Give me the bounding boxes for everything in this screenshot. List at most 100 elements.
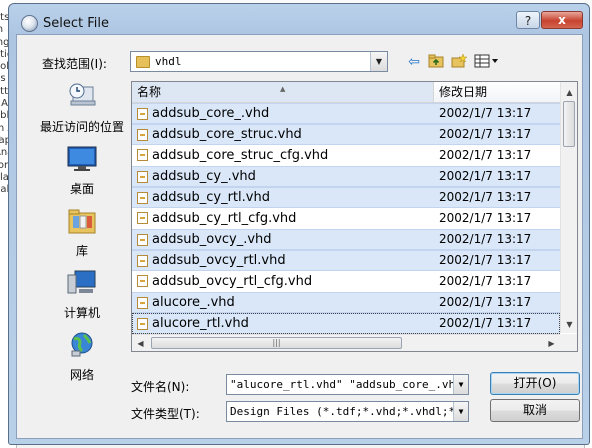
file-row[interactable]: addsub_ovcy_rtl.vhd 2002/1/7 13:17: [132, 250, 560, 271]
scroll-down-icon[interactable]: ▼: [561, 316, 577, 333]
up-folder-icon[interactable]: [427, 54, 445, 70]
select-file-dialog: Select File ? x 查找范围(I): vhdl ▼ ⇦ 最近访问的位…: [8, 3, 590, 445]
file-row[interactable]: addsub_ovcy_.vhd 2002/1/7 13:17: [132, 229, 560, 250]
file-name: addsub_cy_.vhd: [152, 169, 256, 184]
scroll-right-icon[interactable]: ▶: [543, 335, 560, 351]
file-name-label: 文件名(N):: [131, 380, 190, 394]
app-icon: [21, 15, 38, 32]
look-in-dropdown[interactable]: vhdl ▼: [130, 51, 388, 72]
file-name-field[interactable]: "alucore_rtl.vhd" "addsub_core_.vhd" " ▼: [226, 374, 469, 395]
file-name: addsub_ovcy_rtl.vhd: [152, 253, 286, 268]
file-row[interactable]: addsub_ovcy_rtl_cfg.vhd 2002/1/7 13:17: [132, 271, 560, 292]
file-row[interactable]: alucore_.vhd 2002/1/7 13:17: [132, 292, 560, 313]
help-button[interactable]: ?: [516, 11, 540, 29]
vhd-file-icon: [137, 297, 148, 309]
computer-icon: [37, 269, 127, 300]
vhd-file-icon: [137, 212, 148, 224]
network-icon: [37, 331, 127, 362]
file-rows: addsub_core_.vhd 2002/1/7 13:17 addsub_cor…: [132, 103, 560, 351]
vhd-file-icon: [137, 255, 148, 267]
dialog-body: 查找范围(I): vhdl ▼ ⇦ 最近访问的位置 桌面 库 计算机 网络 名称…: [16, 34, 583, 439]
file-name: addsub_core_struc.vhd: [152, 127, 302, 142]
file-row[interactable]: addsub_core_struc.vhd 2002/1/7 13:17: [132, 124, 560, 145]
file-date: 2002/1/7 13:17: [439, 295, 532, 309]
file-date: 2002/1/7 13:17: [439, 274, 532, 288]
file-row[interactable]: addsub_core_struc_cfg.vhd 2002/1/7 13:17: [132, 145, 560, 166]
place-network[interactable]: 网络: [37, 331, 127, 382]
libraries-icon: [37, 207, 127, 238]
chevron-down-icon[interactable]: ▼: [453, 402, 468, 421]
file-row[interactable]: addsub_core_.vhd 2002/1/7 13:17: [132, 103, 560, 124]
place-libraries[interactable]: 库: [37, 207, 127, 258]
file-date: 2002/1/7 13:17: [439, 253, 532, 267]
chevron-down-icon[interactable]: ▼: [453, 375, 468, 394]
vhd-file-icon: [137, 275, 148, 287]
file-name: addsub_cy_rtl.vhd: [152, 190, 270, 205]
column-name-label: 名称: [137, 85, 162, 99]
file-date: 2002/1/7 13:17: [439, 316, 532, 330]
scroll-left-icon[interactable]: ◀: [132, 335, 149, 351]
file-date: 2002/1/7 13:17: [439, 148, 532, 162]
file-name: addsub_ovcy_.vhd: [152, 232, 272, 247]
place-label: 计算机: [63, 306, 100, 320]
vhd-file-icon: [137, 108, 148, 120]
place-desktop[interactable]: 桌面: [37, 145, 127, 196]
file-date: 2002/1/7 13:17: [439, 106, 532, 120]
scroll-thumb[interactable]: [563, 101, 575, 147]
file-name: alucore_rtl.vhd: [152, 316, 249, 331]
look-in-value: vhdl: [155, 55, 182, 68]
close-button[interactable]: x: [541, 11, 583, 29]
dialog-title: Select File: [43, 16, 109, 31]
file-name: addsub_ovcy_rtl_cfg.vhd: [152, 274, 313, 289]
open-button[interactable]: 打开(O): [490, 372, 580, 395]
file-row[interactable]: addsub_cy_rtl.vhd 2002/1/7 13:17: [132, 187, 560, 208]
vhd-file-icon: [137, 171, 148, 183]
recent-places-icon: [37, 81, 127, 114]
chevron-down-icon[interactable]: ▼: [370, 52, 387, 71]
new-folder-icon[interactable]: [450, 53, 468, 70]
list-header: 名称 ▲ 修改日期: [132, 82, 560, 103]
place-label: 库: [75, 244, 88, 258]
folder-icon: [136, 56, 150, 68]
sort-ascending-icon: ▲: [280, 85, 286, 93]
file-date: 2002/1/7 13:17: [439, 190, 532, 204]
look-in-label: 查找范围(I):: [42, 57, 107, 71]
back-icon[interactable]: ⇦: [406, 54, 422, 70]
place-label: 最近访问的位置: [39, 120, 124, 134]
scroll-up-icon[interactable]: ▲: [561, 84, 577, 101]
place-computer[interactable]: 计算机: [37, 269, 127, 320]
file-name: addsub_core_.vhd: [152, 106, 270, 121]
file-row[interactable]: alucore_rtl.vhd 2002/1/7 13:17: [132, 313, 560, 334]
desktop-icon: [37, 145, 127, 176]
place-label: 网络: [69, 368, 94, 382]
horizontal-scrollbar[interactable]: ◀ ||| ▶: [132, 334, 560, 351]
file-name-value: "alucore_rtl.vhd" "addsub_core_.vhd" ": [230, 378, 469, 391]
file-type-value: Design Files (*.tdf;*.vhd;*.vhdl;*.v;: [230, 405, 469, 418]
file-row[interactable]: addsub_cy_rtl_cfg.vhd 2002/1/7 13:17: [132, 208, 560, 229]
file-date: 2002/1/7 13:17: [439, 211, 532, 225]
hscroll-thumb[interactable]: |||: [151, 337, 402, 349]
file-type-select[interactable]: Design Files (*.tdf;*.vhd;*.vhdl;*.v; ▼: [226, 401, 469, 422]
vertical-scrollbar[interactable]: ▲ ▼: [560, 82, 577, 333]
column-header-name[interactable]: 名称 ▲: [132, 82, 434, 102]
file-list[interactable]: 名称 ▲ 修改日期 addsub_core_.vhd 2002/1/7 13:17…: [131, 81, 578, 352]
file-date: 2002/1/7 13:17: [439, 232, 532, 246]
file-row[interactable]: addsub_cy_.vhd 2002/1/7 13:17: [132, 166, 560, 187]
place-recent[interactable]: 最近访问的位置: [37, 81, 127, 134]
vhd-file-icon: [137, 234, 148, 246]
file-name: addsub_core_struc_cfg.vhd: [152, 148, 329, 163]
file-date: 2002/1/7 13:17: [439, 169, 532, 183]
place-label: 桌面: [69, 182, 94, 196]
title-bar[interactable]: Select File ? x: [9, 4, 589, 34]
file-name: addsub_cy_rtl_cfg.vhd: [152, 211, 297, 226]
vhd-file-icon: [137, 192, 148, 204]
file-name: alucore_.vhd: [152, 295, 235, 310]
file-date: 2002/1/7 13:17: [439, 127, 532, 141]
column-header-date[interactable]: 修改日期: [439, 82, 487, 102]
scroll-corner: [560, 334, 577, 351]
cancel-button[interactable]: 取消: [490, 399, 580, 422]
vhd-file-icon: [137, 129, 148, 141]
file-type-label: 文件类型(T):: [131, 407, 200, 421]
view-menu-icon[interactable]: [473, 54, 501, 70]
vhd-file-icon: [137, 318, 148, 330]
